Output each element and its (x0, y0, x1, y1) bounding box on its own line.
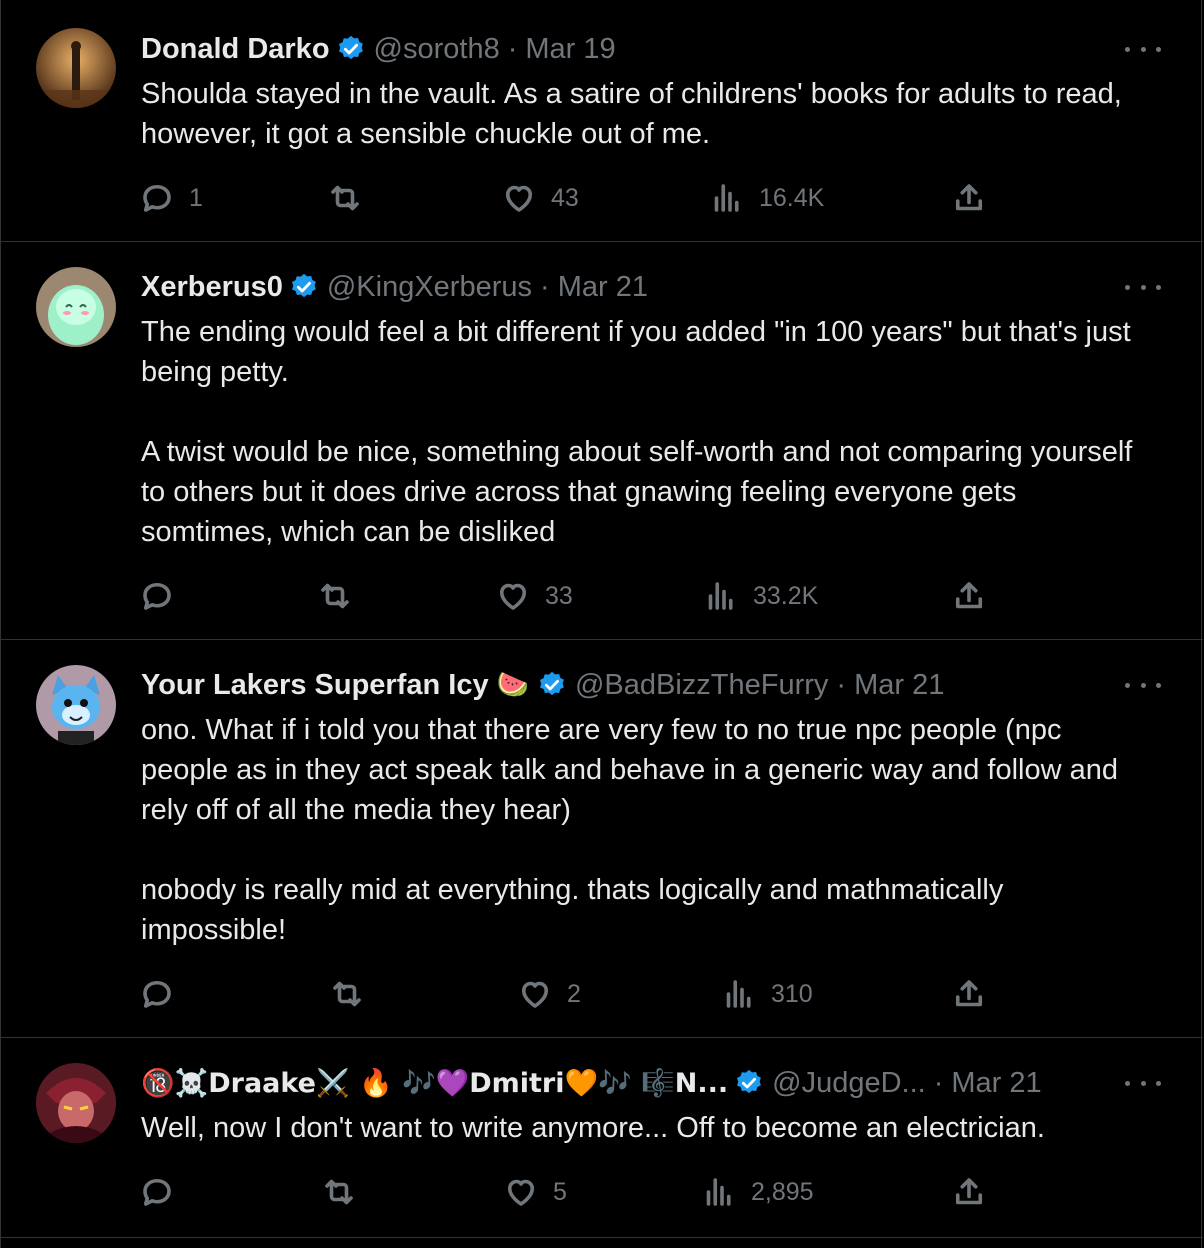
retweet-icon (325, 1179, 353, 1205)
verified-badge-icon (338, 35, 363, 60)
views-button[interactable]: 310 (721, 974, 813, 1014)
share-icon (955, 1178, 983, 1205)
views-icon (708, 582, 733, 610)
tweet-actions: 5 2,895 (139, 1172, 999, 1212)
retweet-button[interactable] (327, 178, 377, 218)
like-button[interactable]: 2 (517, 974, 581, 1014)
avatar[interactable] (36, 267, 116, 347)
tweet[interactable]: Donald Darko @soroth8 · Mar 19 Shoulda s… (1, 0, 1203, 242)
separator-dot: · (836, 668, 847, 701)
share-icon (955, 184, 983, 211)
share-button[interactable] (951, 576, 987, 616)
user-handle[interactable]: @KingXerberus (327, 271, 532, 304)
share-icon (955, 980, 983, 1007)
user-handle[interactable]: @JudgeD... (772, 1067, 926, 1100)
avatar[interactable] (36, 28, 116, 108)
tweet-actions: 1 43 16.4K (139, 178, 999, 218)
views-icon (726, 980, 751, 1008)
tweet[interactable]: Your Lakers Superfan Icy 🍉 @BadBizzTheFu… (1, 640, 1203, 1038)
user-handle[interactable]: @soroth8 (374, 33, 500, 66)
avatar[interactable] (36, 1063, 116, 1143)
tweet-text: ono. What if i told you that there are v… (141, 714, 1118, 946)
separator-dot: · (933, 1066, 944, 1099)
like-count: 33 (545, 581, 573, 610)
display-name[interactable]: Your Lakers Superfan Icy (141, 669, 489, 702)
like-count: 5 (553, 1177, 567, 1206)
like-count: 43 (551, 183, 579, 212)
tweet-header: 🔞☠️Draake⚔️ 🔥 🎶💜Dmitri🧡🎶 🎼N... @JudgeD..… (141, 1063, 1042, 1103)
tweet-actions: 33 33.2K (139, 576, 999, 616)
views-count: 33.2K (753, 581, 819, 610)
share-button[interactable] (951, 1172, 987, 1212)
reply-icon (143, 1178, 171, 1206)
reply-button[interactable] (139, 974, 189, 1014)
reply-button[interactable] (139, 1172, 189, 1212)
reply-icon (143, 184, 171, 212)
like-icon (521, 981, 549, 1008)
like-button[interactable]: 5 (503, 1172, 567, 1212)
verified-badge-icon (291, 273, 316, 298)
separator-dot: · (540, 270, 550, 303)
user-handle[interactable]: @BadBizzTheFurry (575, 669, 828, 702)
retweet-icon (333, 981, 361, 1007)
reply-icon (143, 980, 171, 1008)
tweet[interactable]: Xerberus0 @KingXerberus · Mar 21 The end… (1, 242, 1203, 640)
reply-count: 1 (189, 183, 203, 212)
display-name[interactable]: Donald Darko (141, 33, 330, 66)
tweet-text: The ending would feel a bit different if… (141, 316, 1133, 548)
verified-badge-icon (539, 671, 564, 696)
display-name[interactable]: Xerberus0 (141, 271, 283, 304)
views-icon (714, 184, 739, 212)
views-button[interactable]: 2,895 (701, 1172, 814, 1212)
separator-dot: · (507, 32, 518, 65)
tweet-date[interactable]: Mar 21 (854, 669, 944, 702)
display-name[interactable]: 🔞☠️Draake⚔️ 🔥 🎶💜Dmitri🧡🎶 🎼N... (141, 1067, 728, 1099)
tweet-header: Your Lakers Superfan Icy 🍉 @BadBizzTheFu… (141, 665, 944, 705)
tweet-text: Well, now I don't want to write anymore.… (141, 1112, 1045, 1144)
reply-icon (143, 582, 171, 610)
views-button[interactable]: 16.4K (709, 178, 824, 218)
like-icon (507, 1179, 535, 1206)
tweet-text: Shoulda stayed in the vault. As a satire… (141, 78, 1122, 150)
reply-feed: Donald Darko @soroth8 · Mar 19 Shoulda s… (0, 0, 1203, 1248)
retweet-button[interactable] (329, 974, 379, 1014)
like-button[interactable]: 43 (501, 178, 579, 218)
views-count: 16.4K (759, 183, 825, 212)
tweet-date[interactable]: Mar 21 (558, 271, 648, 304)
tweet-date[interactable]: Mar 21 (951, 1067, 1041, 1100)
views-icon (706, 1178, 731, 1206)
verified-badge-icon (737, 1069, 761, 1094)
share-button[interactable] (951, 974, 987, 1014)
more-icon[interactable] (1125, 277, 1161, 297)
tweet-header: Xerberus0 @KingXerberus · Mar 21 (141, 267, 648, 307)
share-button[interactable] (951, 178, 987, 218)
tweet-date[interactable]: Mar 19 (525, 33, 615, 66)
avatar[interactable] (36, 665, 116, 745)
tweet[interactable]: 🔞☠️Draake⚔️ 🔥 🎶💜Dmitri🧡🎶 🎼N... @JudgeD..… (1, 1038, 1203, 1238)
like-count: 2 (567, 979, 581, 1008)
tweet-header: Donald Darko @soroth8 · Mar 19 (141, 29, 616, 69)
views-count: 2,895 (751, 1177, 814, 1206)
like-button[interactable]: 33 (495, 576, 573, 616)
retweet-button[interactable] (321, 1172, 371, 1212)
like-icon (499, 583, 527, 610)
reply-button[interactable]: 1 (139, 178, 203, 218)
views-button[interactable]: 33.2K (703, 576, 818, 616)
like-icon (505, 185, 533, 212)
more-icon[interactable] (1125, 675, 1161, 695)
reply-button[interactable] (139, 576, 189, 616)
views-count: 310 (771, 979, 813, 1008)
more-icon[interactable] (1125, 39, 1161, 59)
retweet-icon (331, 185, 359, 211)
watermelon-emoji: 🍉 (496, 670, 529, 700)
retweet-icon (321, 583, 349, 609)
more-icon[interactable] (1125, 1073, 1161, 1093)
share-icon (955, 582, 983, 609)
retweet-button[interactable] (317, 576, 367, 616)
tweet-actions: 2 310 (139, 974, 999, 1014)
